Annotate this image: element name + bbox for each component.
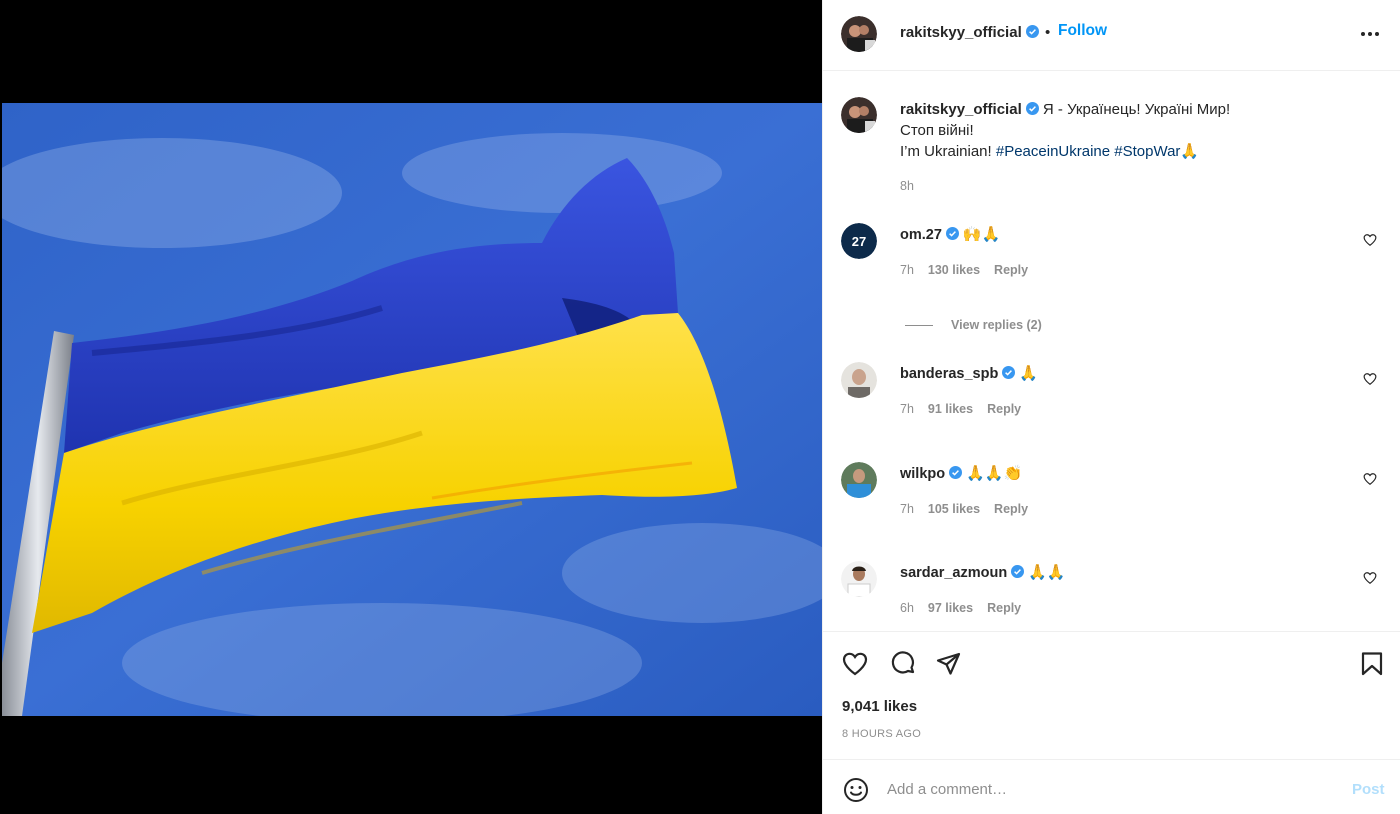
caption-username[interactable]: rakitskyy_official [900,101,1022,118]
commenter-avatar[interactable] [841,362,877,398]
comment-time[interactable]: 7h [900,402,914,416]
caption-line-3: I’m Ukrainian! [900,143,996,160]
post-side-panel: rakitskyy_official • Follow rakitskyy_of… [822,0,1400,814]
verified-badge-icon [1011,565,1025,578]
comment-likes[interactable]: 130 likes [928,263,980,277]
comment-item: 27 om.27 🙌🙏 7h 130 likes Reply [823,223,1400,293]
verified-badge-icon [1025,25,1039,38]
comment-like-heart-icon[interactable] [1363,571,1377,585]
comment-line: om.27 🙌🙏 [900,225,1000,243]
caption-line-2: Стоп війні! [900,122,974,139]
hashtag-peace-in-ukraine[interactable]: #PeaceinUkraine [996,143,1110,160]
comment-icon[interactable] [889,650,917,678]
caption-line-1: Я - Українець! Україні Мир! [1038,101,1231,118]
comment-line: sardar_azmoun 🙏🙏 [900,563,1066,581]
follow-button[interactable]: Follow [1058,22,1107,40]
view-replies-label[interactable]: View replies (2) [951,318,1042,332]
author-avatar[interactable] [841,16,877,52]
comment-like-heart-icon[interactable] [1363,233,1377,247]
comment-like-heart-icon[interactable] [1363,372,1377,386]
comment-time[interactable]: 7h [900,263,914,277]
post-header: rakitskyy_official • Follow [823,0,1400,71]
comment-username[interactable]: sardar_azmoun [900,565,1007,581]
share-icon[interactable] [935,650,963,678]
comment-composer: Post [823,759,1400,814]
verified-badge-icon [945,227,959,240]
comment-line: banderas_spb 🙏 [900,364,1038,382]
comment-reply-button[interactable]: Reply [994,502,1028,516]
comment-username[interactable]: om.27 [900,227,942,243]
verified-badge-icon [949,466,963,479]
caption-timestamp[interactable]: 8h [900,179,914,193]
author-username-text[interactable]: rakitskyy_official [900,24,1022,41]
caption-text: rakitskyy_official Я - Українець! Україн… [900,99,1340,162]
comment-meta: 7h 91 likes Reply [900,402,1035,416]
comment-reply-button[interactable]: Reply [994,263,1028,277]
caption-emoji: 🙏 [1180,142,1200,160]
commenter-avatar[interactable]: 27 [841,223,877,259]
comment-item: banderas_spb 🙏 7h 91 likes Reply [823,362,1400,432]
comment-time[interactable]: 6h [900,601,914,615]
verified-badge-icon [1002,366,1016,379]
post-actions: 9,041 likes 8 HOURS AGO [823,631,1400,759]
comment-text: 🙌🙏 [962,225,1001,243]
post-age[interactable]: 8 HOURS AGO [842,728,921,740]
hashtag-stop-war[interactable]: #StopWar [1114,143,1180,160]
smiley-icon[interactable] [842,776,870,804]
comment-like-heart-icon[interactable] [1363,472,1377,486]
comment-item: wilkpo 🙏🙏👏 7h 105 likes Reply [823,462,1400,532]
comment-item: sardar_azmoun 🙏🙏 6h 97 likes Reply [823,561,1400,631]
caption-author-avatar[interactable] [841,97,877,133]
comment-username[interactable]: wilkpo [900,466,945,482]
commenter-avatar[interactable] [841,561,877,597]
heart-icon[interactable] [841,650,869,678]
comment-likes[interactable]: 97 likes [928,601,973,615]
comment-reply-button[interactable]: Reply [987,601,1021,615]
bookmark-icon[interactable] [1358,650,1386,678]
more-horizontal-icon[interactable] [1359,26,1381,42]
comment-line: wilkpo 🙏🙏👏 [900,464,1022,482]
post-comment-button[interactable]: Post [1352,781,1385,798]
view-replies-line [905,325,933,327]
comment-text: 🙏🙏 [1028,563,1066,581]
verified-badge-icon [1025,102,1039,115]
comment-meta: 7h 105 likes Reply [900,502,1042,516]
header-separator: • [1045,24,1051,41]
comment-username[interactable]: banderas_spb [900,366,998,382]
comment-likes[interactable]: 105 likes [928,502,980,516]
add-comment-input[interactable] [887,776,1327,802]
post-media[interactable] [0,0,822,814]
comment-meta: 6h 97 likes Reply [900,601,1035,615]
post-likes-count[interactable]: 9,041 likes [842,698,917,715]
comment-reply-button[interactable]: Reply [987,402,1021,416]
comment-text: 🙏 [1019,364,1039,382]
comment-likes[interactable]: 91 likes [928,402,973,416]
comment-time[interactable]: 7h [900,502,914,516]
om27-avatar-text: 27 [852,234,866,249]
author-username[interactable]: rakitskyy_official [900,24,1039,41]
view-replies-button[interactable]: View replies (2) [905,318,1042,332]
commenter-avatar[interactable] [841,462,877,498]
comment-text: 🙏🙏👏 [966,464,1023,482]
post-photo-ukraine-flag [2,103,822,716]
comment-meta: 7h 130 likes Reply [900,263,1042,277]
